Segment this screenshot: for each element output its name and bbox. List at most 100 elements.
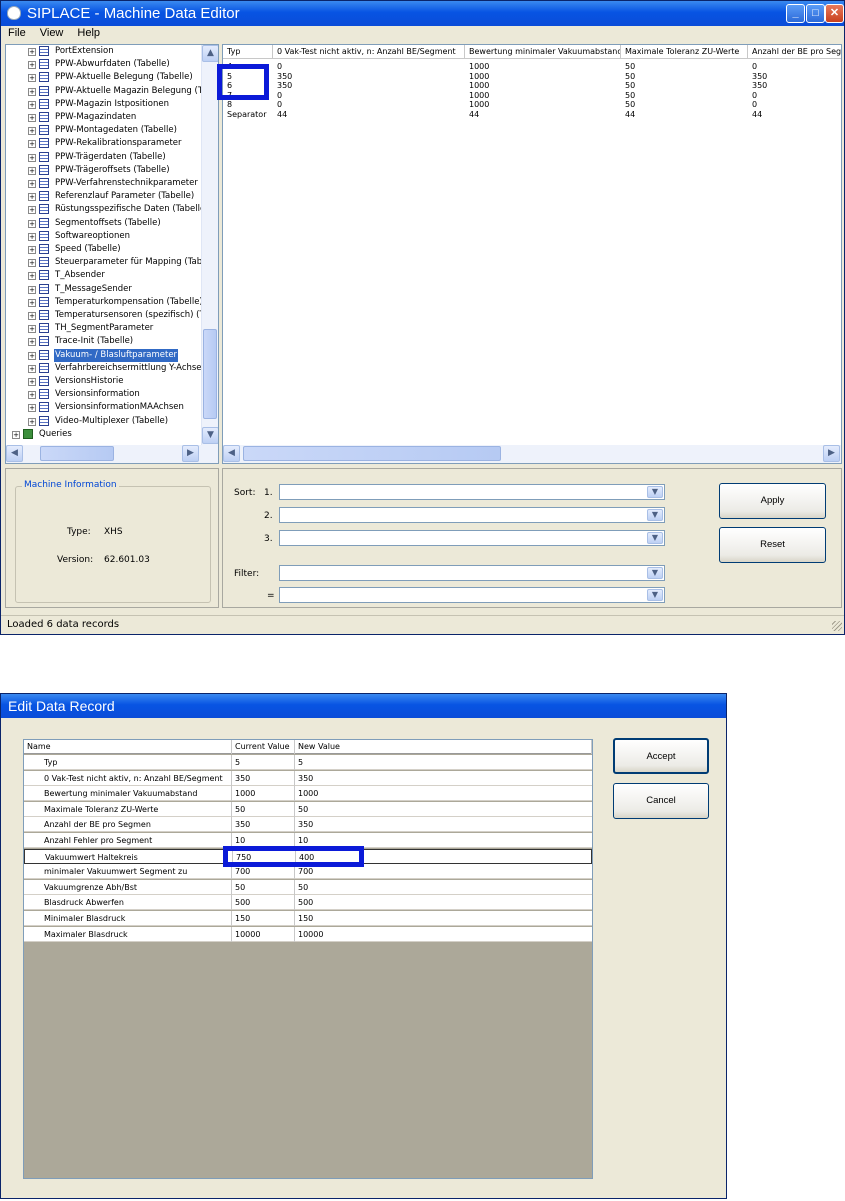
expand-icon[interactable]: + [28,285,36,294]
grid-cell[interactable]: 0 [752,62,757,72]
property-new-value[interactable]: 1000 [295,786,592,801]
expand-icon[interactable]: + [28,351,36,360]
grid-cell[interactable]: 50 [625,100,635,110]
grid-column-header[interactable]: Typ [223,45,273,59]
grid-cell[interactable]: 44 [277,110,287,120]
property-new-value[interactable]: 5 [295,755,592,770]
expand-icon[interactable]: + [12,430,20,439]
sort-2-combo[interactable]: ▼ [279,507,665,523]
property-row[interactable]: Typ 5 5 [24,755,592,770]
close-button[interactable]: ✕ [825,4,844,23]
sort-1-combo[interactable]: ▼ [279,484,665,500]
grid-cell[interactable]: 50 [625,72,635,82]
grid-cell[interactable]: Separator [227,110,267,120]
grid-cell[interactable]: 350 [752,81,767,91]
menu-view[interactable]: View [33,26,71,40]
grid-cell[interactable]: 1000 [469,62,489,72]
grid-scroll-right-button[interactable]: ▶ [823,445,840,462]
col-new-value-header[interactable]: New Value [295,740,592,754]
property-row[interactable]: Maximaler Blasdruck 10000 10000 [24,926,592,942]
property-row[interactable]: Maximale Toleranz ZU-Werte 50 50 [24,801,592,817]
apply-button[interactable]: Apply [719,483,826,519]
property-row[interactable]: Minimaler Blasdruck 150 150 [24,911,592,926]
scroll-down-button[interactable]: ▼ [202,427,218,444]
property-new-value[interactable]: 150 [295,911,592,926]
expand-icon[interactable]: + [28,140,36,149]
chevron-down-icon[interactable]: ▼ [647,486,663,498]
grid-cell[interactable]: 1000 [469,72,489,82]
menu-help[interactable]: Help [70,26,107,40]
accept-button[interactable]: Accept [613,738,709,774]
grid-cell[interactable]: 1000 [469,81,489,91]
property-row[interactable]: Anzahl der BE pro Segmen 350 350 [24,817,592,833]
scroll-thumb[interactable] [203,329,217,419]
grid-cell[interactable]: 0 [752,100,757,110]
data-grid[interactable]: Typ 0 Vak-Test nicht aktiv, n: Anzahl BE/… [222,44,842,464]
chevron-down-icon[interactable]: ▼ [647,532,663,544]
grid-cell[interactable]: 50 [625,91,635,101]
expand-icon[interactable]: + [28,206,36,215]
grid-column-header[interactable]: Maximale Toleranz ZU-Werte [621,45,748,59]
expand-icon[interactable]: + [28,272,36,281]
grid-cell[interactable]: 8 [227,100,232,110]
grid-column-header[interactable]: Anzahl der BE pro Seg [748,45,841,59]
expand-icon[interactable]: + [28,364,36,373]
grid-cell[interactable]: 0 [277,100,282,110]
expand-icon[interactable]: + [28,232,36,241]
col-name-header[interactable]: Name [24,740,232,754]
property-new-value[interactable]: 350 [295,771,592,786]
title-bar[interactable]: SIPLACE - Machine Data Editor _ □ ✕ [1,1,844,26]
grid-cell[interactable]: 44 [752,110,762,120]
property-row[interactable]: Vakuumgrenze Abh/Bst 50 50 [24,879,592,895]
chevron-down-icon[interactable]: ▼ [647,509,663,521]
grid-cell[interactable]: 350 [752,72,767,82]
grid-cell[interactable]: 0 [752,91,757,101]
grid-cell[interactable]: 0 [277,91,282,101]
grid-horizontal-scrollbar[interactable]: ◀ ▶ [223,445,841,463]
chevron-down-icon[interactable]: ▼ [647,589,663,601]
tree-vertical-scrollbar[interactable]: ▲ ▼ [201,45,218,445]
minimize-button[interactable]: _ [786,4,805,23]
expand-icon[interactable]: + [28,378,36,386]
grid-cell[interactable]: 350 [277,81,292,91]
expand-icon[interactable]: + [28,114,36,122]
resize-grip-icon[interactable] [832,621,842,631]
expand-icon[interactable]: + [28,153,36,162]
grid-column-header[interactable]: 0 Vak-Test nicht aktiv, n: Anzahl BE/Seg… [273,45,465,59]
grid-cell[interactable]: 50 [625,62,635,72]
filter-field-combo[interactable]: ▼ [279,565,665,581]
expand-icon[interactable]: + [28,74,36,83]
grid-cell[interactable]: 1000 [469,91,489,101]
grid-cell[interactable]: 44 [625,110,635,120]
chevron-down-icon[interactable]: ▼ [647,567,663,579]
expand-icon[interactable]: + [28,219,36,228]
maximize-button[interactable]: □ [806,4,825,23]
property-new-value[interactable]: 10000 [295,927,592,942]
expand-icon[interactable]: + [28,338,36,347]
cancel-button[interactable]: Cancel [613,783,709,819]
expand-icon[interactable]: + [28,259,36,268]
filter-value-combo[interactable]: ▼ [279,587,665,603]
tree-horizontal-scrollbar[interactable]: ◀ ▶ [6,445,218,463]
record-property-grid[interactable]: Name Current Value New Value Typ 5 5 0 Vak-… [23,739,593,1179]
expand-icon[interactable]: + [28,100,36,109]
grid-cell[interactable]: 1000 [469,100,489,110]
grid-cell[interactable]: 44 [469,110,479,120]
property-row[interactable]: Bewertung minimaler Vakuumabstand 1000 100… [24,786,592,802]
grid-cell[interactable]: 350 [277,72,292,82]
expand-icon[interactable]: + [28,193,36,202]
expand-icon[interactable]: + [28,61,36,70]
expand-icon[interactable]: + [28,391,36,400]
property-new-value[interactable]: 500 [295,895,592,910]
property-row[interactable]: 0 Vak-Test nicht aktiv, n: Anzahl BE/Seg… [24,770,592,786]
expand-icon[interactable]: + [28,246,36,254]
sort-3-combo[interactable]: ▼ [279,530,665,546]
col-current-value-header[interactable]: Current Value [232,740,295,754]
reset-button[interactable]: Reset [719,527,826,563]
expand-icon[interactable]: + [28,325,36,334]
expand-icon[interactable]: + [28,417,36,426]
scroll-up-button[interactable]: ▲ [202,45,218,62]
expand-icon[interactable]: + [28,48,36,56]
expand-icon[interactable]: + [28,180,36,188]
scroll-right-button[interactable]: ▶ [182,445,199,462]
